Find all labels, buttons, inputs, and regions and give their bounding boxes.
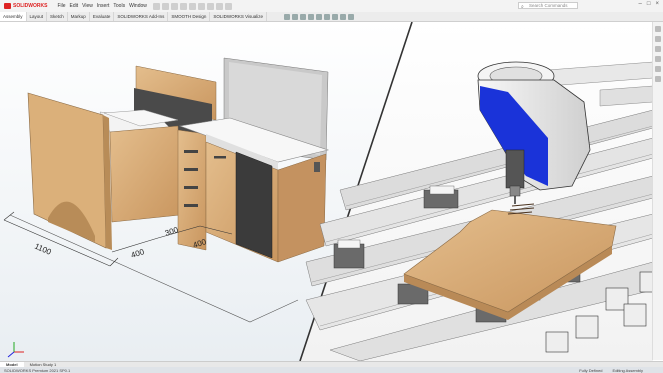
tab-assembly[interactable]: Assembly bbox=[0, 12, 27, 21]
vent-icon bbox=[314, 162, 320, 172]
appearance-icon[interactable] bbox=[340, 13, 346, 20]
task-pane bbox=[652, 22, 663, 360]
previous-view-icon[interactable] bbox=[300, 13, 306, 20]
app-logo: SOLIDWORKS bbox=[0, 3, 51, 9]
resources-icon[interactable] bbox=[655, 26, 661, 32]
print-icon[interactable] bbox=[188, 2, 196, 10]
quick-access-toolbar bbox=[152, 2, 232, 10]
graphics-area[interactable]: 1100 400 300 400 bbox=[0, 22, 653, 361]
options-icon[interactable] bbox=[224, 2, 232, 10]
search-icon: ⌕ bbox=[521, 4, 524, 10]
scene-icon[interactable] bbox=[348, 13, 354, 20]
drawer-cabinet bbox=[177, 129, 207, 251]
design-library-icon[interactable] bbox=[655, 36, 661, 42]
app-logo-text: SOLIDWORKS bbox=[13, 3, 48, 9]
tab-layout[interactable]: Layout bbox=[27, 12, 48, 21]
tool-holder bbox=[509, 185, 521, 197]
save-icon[interactable] bbox=[179, 2, 187, 10]
tab-evaluate[interactable]: Evaluate bbox=[90, 12, 115, 21]
status-mode: Editing Assembly bbox=[612, 367, 643, 373]
tab-solidworks-add-ins[interactable]: SOLIDWORKS Add-Ins bbox=[114, 12, 169, 21]
fridge-door bbox=[235, 151, 273, 259]
heads-up-view-toolbar bbox=[284, 12, 354, 21]
appearances-icon[interactable] bbox=[655, 66, 661, 72]
zoom-to-fit-icon[interactable] bbox=[284, 13, 290, 20]
undo-icon[interactable] bbox=[197, 2, 205, 10]
tab-markup[interactable]: Markup bbox=[68, 12, 90, 21]
status-defined: Fully Defined bbox=[579, 367, 603, 373]
section-view-icon[interactable] bbox=[308, 13, 314, 20]
close-icon[interactable]: × bbox=[655, 1, 659, 7]
menu-insert[interactable]: Insert bbox=[97, 3, 110, 9]
menu-window[interactable]: Window bbox=[129, 3, 147, 9]
spindle-motor bbox=[505, 149, 525, 189]
display-style-icon[interactable] bbox=[324, 13, 330, 20]
maximize-icon[interactable]: □ bbox=[647, 1, 651, 7]
minimize-icon[interactable]: – bbox=[639, 1, 642, 7]
status-bar: SOLIDWORKS Premium 2021 SP0.1 Fully Defi… bbox=[0, 367, 663, 373]
window-controls: – □ × bbox=[639, 1, 659, 7]
tab-sketch[interactable]: Sketch bbox=[47, 12, 68, 21]
cabinet-handle bbox=[214, 156, 226, 159]
view-palette-icon[interactable] bbox=[655, 56, 661, 62]
seat-base bbox=[109, 125, 181, 223]
file-explorer-icon[interactable] bbox=[655, 46, 661, 52]
tab-smooth-design[interactable]: SMOOTH Design bbox=[168, 12, 211, 21]
menu-view[interactable]: View bbox=[82, 3, 93, 9]
hide-show-icon[interactable] bbox=[332, 13, 338, 20]
tab-solidworks-visualize[interactable]: SOLIDWORKS Visualize bbox=[210, 12, 268, 21]
search-placeholder: Search Commands bbox=[529, 3, 568, 8]
view-orientation-icon[interactable] bbox=[316, 13, 322, 20]
home-icon[interactable] bbox=[152, 2, 160, 10]
select-icon[interactable] bbox=[206, 2, 214, 10]
open-icon[interactable] bbox=[170, 2, 178, 10]
version-text: SOLIDWORKS Premium 2021 SP0.1 bbox=[4, 367, 71, 373]
zoom-area-icon[interactable] bbox=[292, 13, 298, 20]
menu-edit[interactable]: Edit bbox=[70, 3, 79, 9]
menu-tools[interactable]: Tools bbox=[113, 3, 125, 9]
ds-logo-icon bbox=[4, 3, 11, 9]
search-commands-input[interactable]: ⌕ Search Commands bbox=[518, 2, 578, 10]
menu-file[interactable]: File bbox=[57, 3, 65, 9]
menu-bar: File Edit View Insert Tools Window bbox=[51, 3, 146, 9]
custom-properties-icon[interactable] bbox=[655, 76, 661, 82]
rebuild-icon[interactable] bbox=[215, 2, 223, 10]
new-document-icon[interactable] bbox=[161, 2, 169, 10]
